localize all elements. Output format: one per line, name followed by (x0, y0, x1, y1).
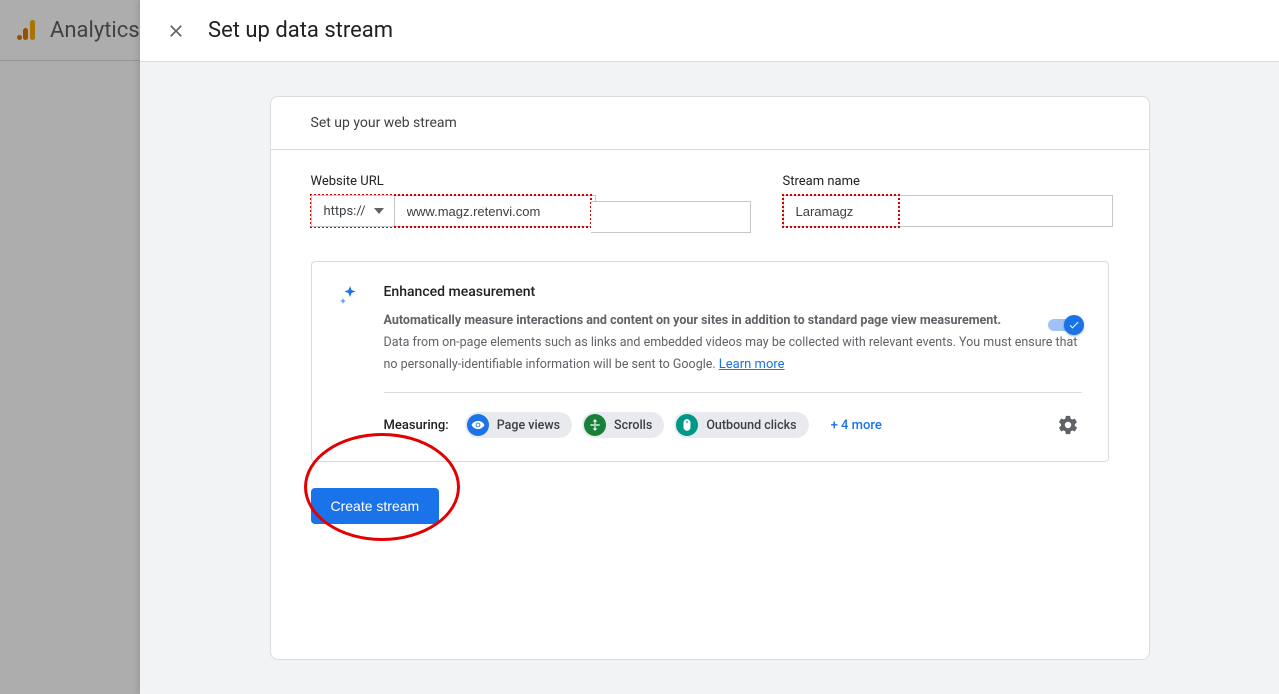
chip-scrolls-label: Scrolls (614, 418, 652, 433)
website-url-field: Website URL https:// (311, 174, 591, 233)
stream-card: Set up your web stream Website URL https… (270, 96, 1150, 660)
chevron-down-icon (374, 208, 384, 214)
panel-header: Set up data stream (140, 0, 1279, 62)
measuring-row: Measuring: Page views Scrolls (384, 392, 1082, 439)
scroll-icon (584, 414, 606, 436)
close-icon[interactable] (164, 19, 188, 43)
learn-more-link[interactable]: Learn more (719, 357, 785, 372)
product-name: Analytics (50, 18, 140, 43)
analytics-logo: Analytics (16, 18, 140, 43)
website-url-input[interactable] (394, 195, 596, 227)
enhanced-header: Enhanced measurement Automatically measu… (338, 284, 1082, 374)
eye-icon (467, 414, 489, 436)
url-group: https:// (311, 195, 591, 227)
enhanced-content: Enhanced measurement Automatically measu… (384, 284, 1082, 374)
protocol-value: https:// (324, 204, 366, 219)
enhanced-toggle[interactable] (1048, 316, 1082, 334)
check-icon (1068, 319, 1080, 331)
mouse-icon (676, 414, 698, 436)
sparkle-icon (338, 284, 362, 308)
card-body: Website URL https:// (271, 150, 1149, 552)
stream-name-label: Stream name (783, 174, 1113, 189)
chip-page-views: Page views (465, 412, 572, 438)
create-stream-button[interactable]: Create stream (311, 488, 440, 524)
stream-name-field: Stream name (783, 174, 1113, 233)
gear-icon[interactable] (1054, 411, 1082, 439)
url-input-extension[interactable] (591, 201, 751, 233)
card-header: Set up your web stream (271, 97, 1149, 150)
panel-title: Set up data stream (208, 18, 393, 43)
website-url-label: Website URL (311, 174, 591, 189)
panel-body: Set up your web stream Website URL https… (140, 62, 1279, 694)
chip-outbound-label: Outbound clicks (706, 418, 796, 433)
chip-scrolls: Scrolls (582, 412, 664, 438)
stream-name-input[interactable] (783, 195, 1113, 227)
analytics-logo-icon (16, 18, 40, 42)
protocol-select[interactable]: https:// (311, 195, 394, 227)
measuring-label: Measuring: (384, 418, 449, 433)
fields-row: Website URL https:// (311, 174, 1109, 233)
enhanced-title: Enhanced measurement (384, 284, 1082, 300)
enhanced-bold-line: Automatically measure interactions and c… (384, 312, 1082, 331)
chip-page-views-label: Page views (497, 418, 560, 433)
stream-name-wrapper (783, 195, 1113, 227)
more-link[interactable]: + 4 more (831, 418, 882, 433)
enhanced-measurement-box: Enhanced measurement Automatically measu… (311, 261, 1109, 462)
setup-panel: Set up data stream Set up your web strea… (140, 0, 1279, 694)
enhanced-desc-line: Data from on-page elements such as links… (384, 335, 1078, 372)
chip-outbound: Outbound clicks (674, 412, 808, 438)
